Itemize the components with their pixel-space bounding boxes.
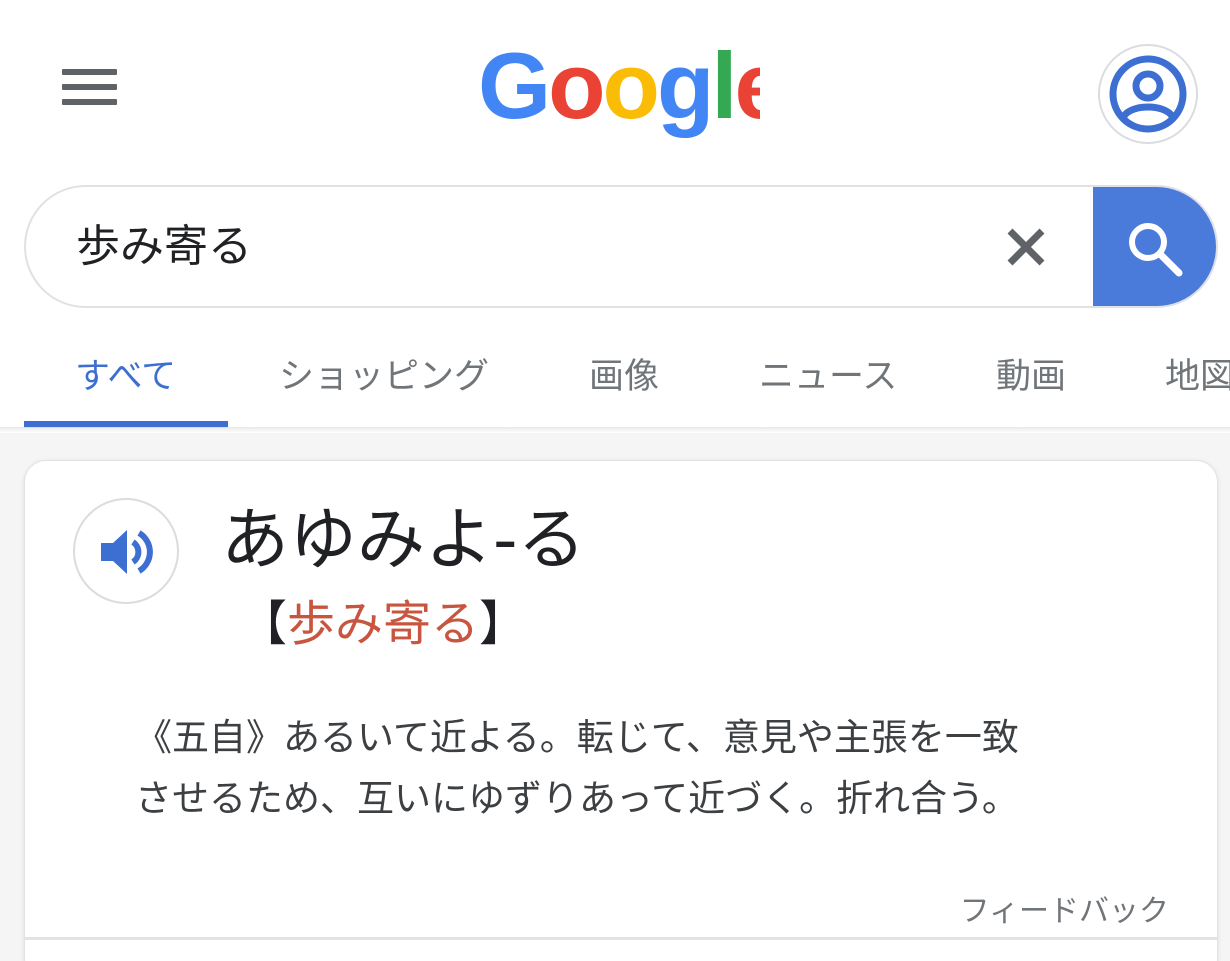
tab-maps[interactable]: 地図 <box>1165 348 1230 399</box>
search-tabs: すべて ショッピング 画像 ニュース 動画 地図 <box>0 330 1230 428</box>
search-box <box>24 185 1218 308</box>
google-logo[interactable]: Google <box>478 38 760 144</box>
definition-line: させるため、互いにゆずりあって近づく。折れ合う。 <box>135 777 1019 820</box>
clear-search-button[interactable] <box>994 215 1058 279</box>
bracket-open: 【 <box>239 596 288 652</box>
volume-up-icon <box>101 530 153 574</box>
word-headword: 【歩み寄る】 <box>239 594 527 654</box>
svg-text:Google: Google <box>478 38 760 138</box>
tab-news[interactable]: ニュース <box>759 348 897 399</box>
hamburger-menu-icon-bar <box>62 99 117 105</box>
pronunciation-button[interactable] <box>73 498 179 604</box>
top-bar: Google <box>0 0 1230 175</box>
search-input[interactable] <box>76 187 976 306</box>
close-icon <box>1007 228 1045 266</box>
search-icon <box>1129 223 1183 277</box>
dictionary-card: あゆみよ-る 【歩み寄る】 《五自》あるいて近よる。転じて、意見や主張を一致 さ… <box>24 460 1218 961</box>
card-divider <box>25 937 1217 940</box>
search-results-page: Google すべて ショッピング 画像 <box>0 0 1230 961</box>
main-menu-button[interactable] <box>58 60 122 114</box>
tab-images[interactable]: 画像 <box>589 348 659 399</box>
word-definition: 《五自》あるいて近よる。転じて、意見や主張を一致 させるため、互いにゆずりあって… <box>135 707 1145 829</box>
account-circle-icon <box>1109 55 1187 133</box>
hamburger-menu-icon <box>62 69 117 75</box>
tab-shopping[interactable]: ショッピング <box>279 348 489 399</box>
account-button[interactable] <box>1098 44 1198 144</box>
word-kanji: 歩み寄る <box>287 596 480 652</box>
bracket-close: 】 <box>479 596 528 652</box>
tab-all[interactable]: すべて <box>75 348 176 399</box>
tab-videos[interactable]: 動画 <box>996 348 1066 399</box>
hamburger-menu-icon-bar <box>62 84 117 90</box>
word-reading: あゆみよ-る <box>221 501 586 580</box>
search-button[interactable] <box>1093 187 1216 306</box>
definition-line: 《五自》あるいて近よる。転じて、意見や主張を一致 <box>135 716 1019 759</box>
feedback-link[interactable]: フィードバック <box>960 886 1169 930</box>
